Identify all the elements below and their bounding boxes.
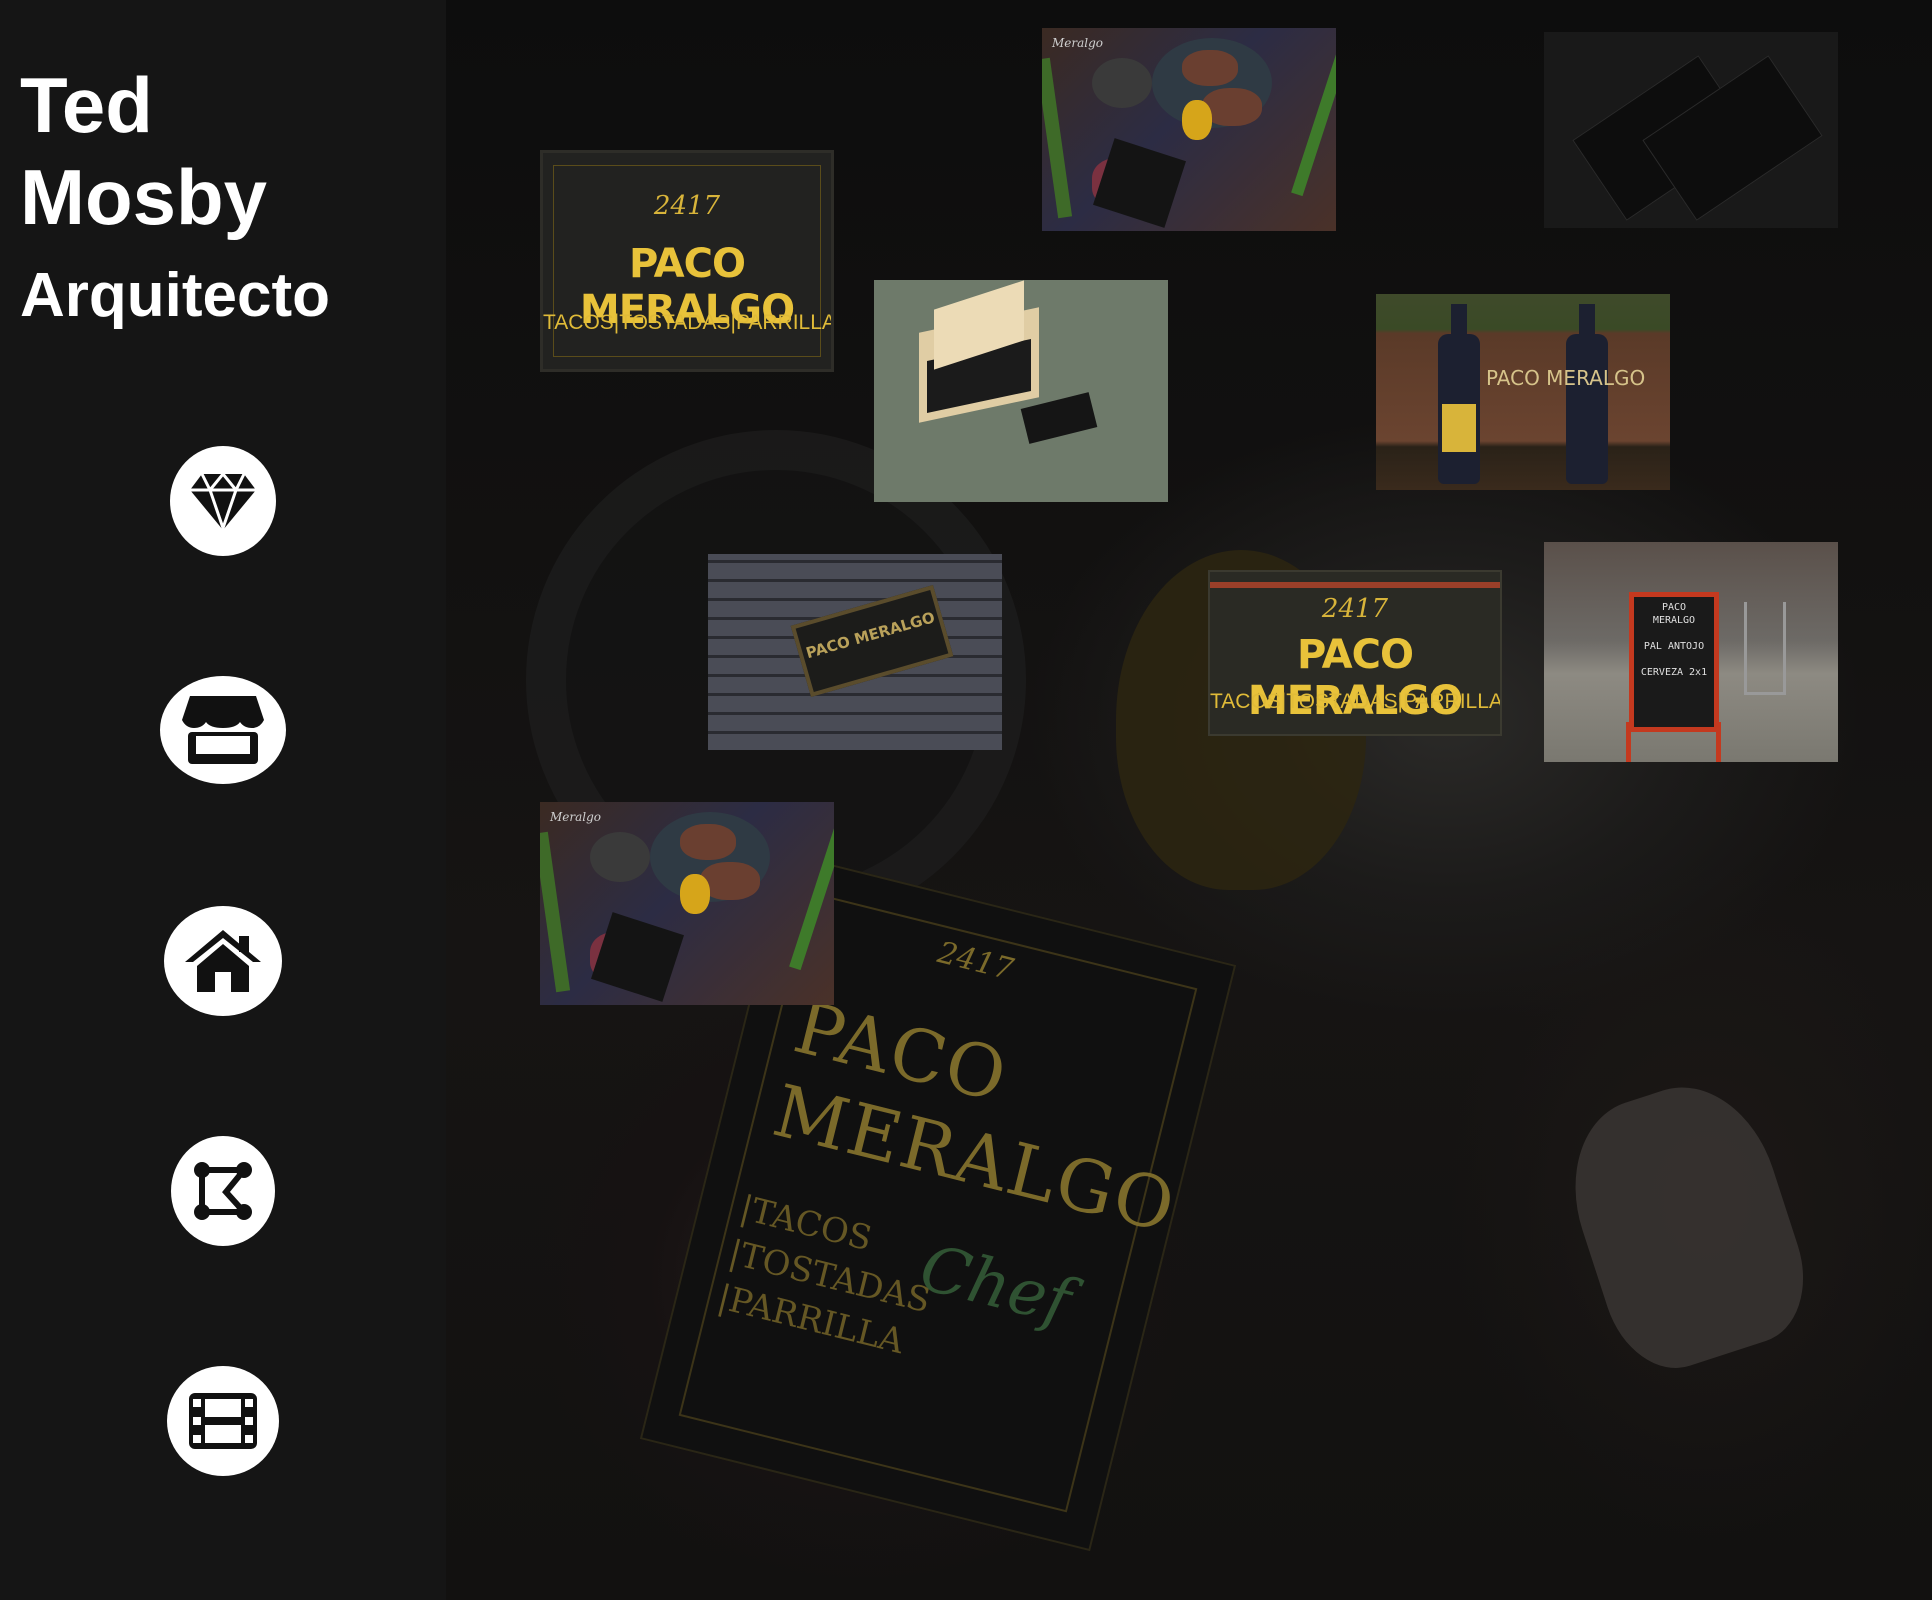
- mortar-shape: [590, 832, 650, 882]
- bottle-brand-text: PACO MERALGO: [1486, 366, 1646, 390]
- sidebar: Ted Mosby Arquitecto: [0, 0, 446, 1600]
- gallery-tile-bottles[interactable]: PACO MERALGO: [1376, 294, 1670, 490]
- gallery-tile-food-top[interactable]: Meralgo: [1042, 28, 1336, 231]
- gallery-tile-business-cards[interactable]: [874, 280, 1168, 502]
- neon-stripe: [1210, 582, 1500, 588]
- chalkboard-leg: [1626, 722, 1631, 762]
- gallery-tile-flyer[interactable]: [1544, 32, 1838, 228]
- role-title: Arquitecto: [20, 261, 330, 330]
- gallery-tile-food-bottom[interactable]: Meralgo: [540, 802, 834, 1005]
- chalkboard-leg: [1716, 722, 1721, 762]
- food-label: Meralgo: [550, 810, 602, 824]
- mortar-shape: [1092, 58, 1152, 108]
- bottle-label: [1442, 404, 1476, 452]
- logo-subtitle: TACOS|TOSTADAS|PARRILLA: [543, 311, 834, 334]
- wall-sign-shape: PACO MERALGO: [790, 585, 954, 697]
- asparagus-shape: [540, 831, 571, 993]
- nav-button-vector[interactable]: [171, 1136, 275, 1246]
- steak-shape: [680, 824, 736, 860]
- store-icon: [180, 694, 266, 766]
- gallery-tile-wall-sign[interactable]: PACO MERALGO: [708, 554, 1002, 750]
- home-icon: [183, 928, 263, 994]
- vector-shape-icon: [190, 1158, 256, 1224]
- gallery-tile-exterior-sign[interactable]: 2417 PACO MERALGO TACOS|TOSTADAS|PARRILL…: [1208, 570, 1502, 736]
- asparagus-shape: [1042, 57, 1073, 219]
- wall-sign-text: PACO MERALGO: [803, 608, 937, 663]
- bottle-shape: [1566, 304, 1608, 484]
- green-pepper-shape: [789, 823, 834, 971]
- business-cards-shape: [1020, 392, 1098, 444]
- background-vase: [1549, 1065, 1823, 1385]
- nav-button-home[interactable]: [164, 906, 282, 1016]
- bottle-neck: [1451, 304, 1467, 340]
- exterior-subtitle: TACOS|TOSTADAS|PARRILLA: [1210, 690, 1502, 713]
- chalkboard-text: PACO MERALGO PAL ANTOJO CERVEZA 2x1: [1640, 602, 1708, 678]
- chair-shape: [1744, 602, 1786, 695]
- steak-shape: [1182, 50, 1238, 86]
- nav-button-store[interactable]: [160, 676, 286, 784]
- green-pepper-shape: [1291, 49, 1336, 197]
- nav-button-film[interactable]: [167, 1366, 279, 1476]
- exterior-number: 2417: [1321, 594, 1389, 624]
- nav-button-diamond[interactable]: [170, 446, 276, 556]
- chalkboard-shape: PACO MERALGO PAL ANTOJO CERVEZA 2x1: [1629, 592, 1719, 732]
- food-label: Meralgo: [1052, 36, 1104, 50]
- bottle-shape: [1438, 304, 1480, 484]
- name-last: Mosby: [20, 153, 268, 241]
- menu-card-shape: [591, 912, 684, 1002]
- film-icon: [187, 1391, 259, 1451]
- gallery-tile-logo[interactable]: 2417 PACO MERALGO TACOS|TOSTADAS|PARRILL…: [540, 150, 834, 372]
- yellow-pepper-shape: [680, 874, 710, 914]
- logo-number: 2417: [653, 191, 721, 221]
- name-first: Ted: [20, 61, 153, 149]
- yellow-pepper-shape: [1182, 100, 1212, 140]
- menu-card-shape: [1093, 138, 1186, 228]
- bottle-neck: [1579, 304, 1595, 340]
- gallery-background: 2417 PACO MERALGO |TACOS |TOSTADAS |PARR…: [446, 0, 1932, 1600]
- gallery-tile-chalkboard[interactable]: PACO MERALGO PAL ANTOJO CERVEZA 2x1: [1544, 542, 1838, 762]
- diamond-icon: [188, 470, 258, 532]
